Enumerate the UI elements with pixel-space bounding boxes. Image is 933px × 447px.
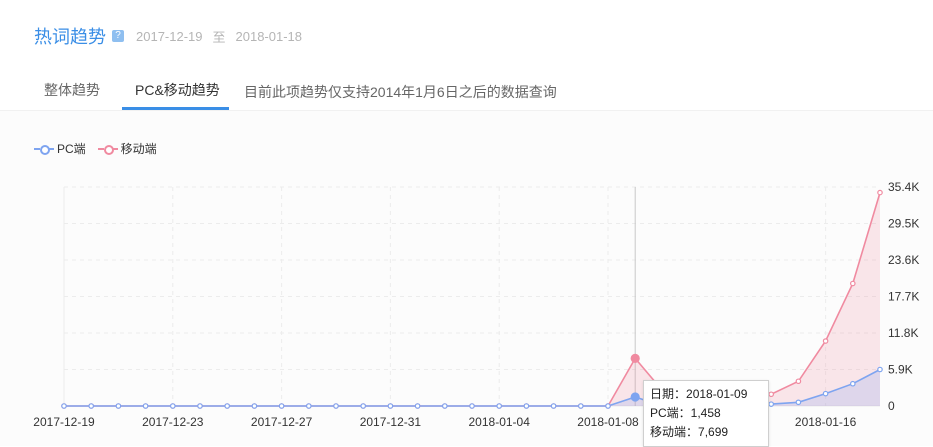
data-point [278, 403, 285, 409]
data-point [605, 403, 611, 409]
data-point [197, 403, 203, 409]
legend-pc-marker [34, 144, 54, 155]
data-point [768, 391, 775, 398]
data-point [251, 403, 258, 409]
x-tick-label: 2018-01-08 [577, 415, 639, 429]
data-point [795, 399, 802, 406]
data-point [414, 403, 421, 409]
tooltip-mobile-value: 7,699 [698, 425, 729, 439]
tooltip-mobile-row: 移动端：7,699 [650, 423, 762, 442]
tooltip-date-row: 日期：2018-01-09 [650, 385, 762, 404]
chart-tooltip: 日期：2018-01-09 PC端：1,458 移动端：7,699 [643, 380, 769, 447]
x-tick-label: 2017-12-27 [251, 415, 313, 429]
chart-areas [64, 192, 880, 406]
y-tick-label: 17.7K [888, 290, 919, 304]
data-point [142, 403, 149, 409]
chart-legend: PC端 移动端 [34, 140, 169, 157]
data-point [822, 338, 829, 344]
tooltip-pc-label: PC端： [650, 406, 691, 420]
data-point [877, 366, 883, 373]
series-line-1 [64, 192, 881, 407]
data-point [877, 189, 883, 196]
x-tick-label: 2018-01-04 [469, 415, 531, 429]
data-point [387, 403, 394, 409]
data-point [333, 403, 339, 409]
data-point [224, 403, 231, 409]
data-point [768, 401, 775, 407]
tooltip-date-label: 日期： [650, 387, 687, 401]
tooltip-date: 2018-01-09 [686, 387, 748, 401]
data-point [441, 403, 448, 409]
data-point [795, 378, 802, 385]
series-area-1 [64, 192, 880, 406]
data-point [469, 403, 475, 409]
legend-item-pc[interactable]: PC端 [34, 140, 86, 157]
legend-item-mobile[interactable]: 移动端 [97, 140, 157, 157]
chart-grid [63, 186, 880, 407]
data-point [550, 403, 557, 409]
y-tick-label: 11.8K [888, 326, 918, 340]
y-axis-ticks: 0 5.9K 11.8K 17.7K 23.6K 29.5K 35.4K [888, 180, 919, 413]
y-tick-label: 23.6K [888, 253, 919, 267]
y-tick-label: 35.4K [888, 180, 919, 194]
x-tick-label: 2017-12-19 [33, 415, 95, 429]
y-tick-label: 0 [888, 399, 895, 413]
x-tick-label: 2017-12-23 [142, 415, 204, 429]
data-point [630, 353, 640, 363]
y-tick-label: 29.5K [888, 217, 919, 231]
data-point [523, 403, 530, 409]
tooltip-pc-value: 1,458 [690, 406, 721, 420]
tooltip-pc-row: PC端：1,458 [650, 404, 762, 423]
tooltip-mobile-label: 移动端： [650, 425, 699, 439]
chart-lines [64, 192, 881, 407]
data-point [849, 380, 856, 387]
data-point [849, 280, 856, 287]
legend-mobile-label: 移动端 [120, 142, 157, 156]
data-point [360, 403, 367, 409]
data-point [170, 403, 176, 409]
x-tick-label: 2017-12-31 [360, 415, 422, 429]
data-point [630, 392, 640, 402]
legend-pc-label: PC端 [57, 142, 86, 156]
data-point [496, 403, 503, 409]
legend-mobile-marker [97, 144, 118, 155]
data-point [822, 390, 829, 397]
data-point [577, 403, 584, 409]
y-tick-label: 5.9K [888, 363, 913, 377]
data-point [88, 403, 95, 409]
data-point [61, 403, 67, 409]
trend-chart: 2017-12-19 2017-12-23 2017-12-27 2017-12-31… [33, 180, 919, 429]
data-point [305, 403, 312, 409]
data-point [115, 403, 122, 409]
x-tick-label: 2018-01-16 [795, 415, 857, 429]
